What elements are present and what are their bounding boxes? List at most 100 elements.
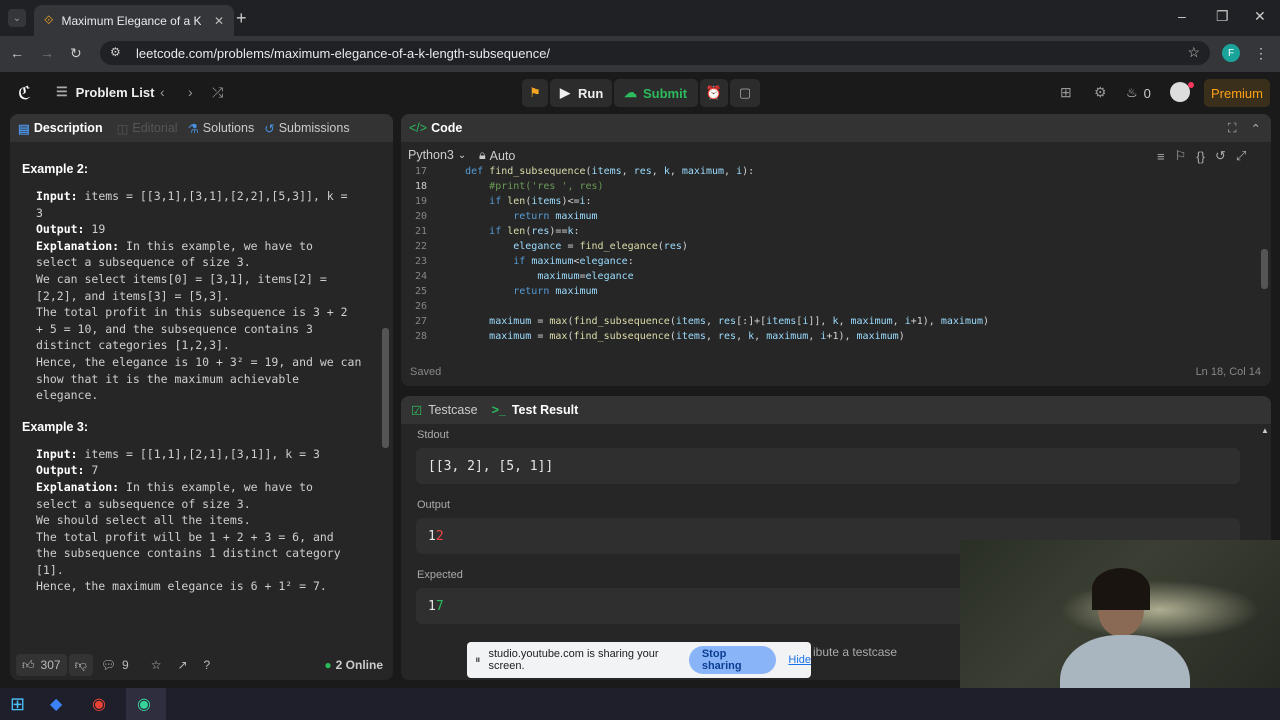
- explanation-line: select a subsequence of size 3.: [36, 496, 251, 511]
- notes-icon[interactable]: ▢: [730, 79, 760, 107]
- input-value: items = [[1,1],[2,1],[3,1]], k = 3: [77, 446, 320, 461]
- code-title: Code: [431, 121, 463, 135]
- url-input[interactable]: ⚙ leetcode.com/problems/maximum-elegance…: [100, 41, 1210, 65]
- tab-submissions[interactable]: ↺ Submissions: [264, 121, 349, 136]
- output-value-diff: 2: [435, 528, 444, 544]
- code-icon: </>: [409, 121, 428, 135]
- site-info-icon[interactable]: ⚙: [110, 45, 121, 59]
- like-button[interactable]: 👍︎ 307: [16, 654, 67, 676]
- output-value: 7: [84, 463, 99, 478]
- active-app[interactable]: ◉: [126, 688, 166, 720]
- profile-avatar[interactable]: F: [1222, 44, 1240, 62]
- notification-dot: [1188, 82, 1194, 88]
- cursor-position: Ln 18, Col 14: [1195, 366, 1261, 378]
- streak-counter[interactable]: ♨ 0: [1126, 85, 1151, 101]
- dislike-button[interactable]: 👎︎: [68, 654, 93, 676]
- windows-start-icon[interactable]: ⊞: [10, 694, 25, 715]
- submit-label: Submit: [643, 85, 688, 101]
- editor-toolbar: ≡ ⚐ {} ↺ ⤢: [1157, 148, 1246, 164]
- online-status: ● 2 Online: [324, 658, 383, 672]
- contribute-testcase-link[interactable]: ibute a testcase: [813, 645, 897, 659]
- bookmark-star-icon[interactable]: ☆: [1187, 44, 1200, 61]
- forward-icon[interactable]: →: [40, 45, 54, 61]
- timer-icon[interactable]: ⏰: [700, 79, 728, 107]
- app-icon[interactable]: ◆: [50, 694, 62, 714]
- expected-value-match: 1: [428, 598, 436, 614]
- user-avatar[interactable]: [1170, 82, 1190, 102]
- expected-value-diff: 7: [435, 598, 444, 614]
- submit-button[interactable]: ☁ Submit: [614, 79, 698, 107]
- example-3-title: Example 3:: [22, 419, 89, 434]
- description-content: Example 2: Input: items = [[3,1],[3,1],[…: [22, 148, 367, 643]
- tab-description[interactable]: ▤ Description: [18, 121, 103, 136]
- browser-tab[interactable]: ⟐ Maximum Elegance of a K-Leng ✕: [34, 5, 234, 36]
- format-icon[interactable]: ≡: [1157, 149, 1165, 164]
- close-window-icon[interactable]: ✕: [1254, 8, 1266, 25]
- debug-icon[interactable]: ⚑: [522, 79, 548, 107]
- input-label: Input:: [36, 189, 78, 203]
- minimize-icon[interactable]: –: [1178, 8, 1186, 24]
- code-line-23: 23 if maximum<elegance:: [414, 256, 634, 267]
- chrome-icon[interactable]: ◉: [92, 694, 106, 714]
- reload-icon[interactable]: ↻: [70, 45, 82, 62]
- tab-editorial[interactable]: ◫ Editorial: [117, 121, 178, 136]
- explanation-text: In this example, we have to: [119, 238, 313, 253]
- example-3-explanation-lines: select a subsequence of size 3. We should…: [36, 496, 367, 596]
- code-line-26: 26: [414, 301, 427, 312]
- braces-icon[interactable]: {}: [1196, 149, 1205, 164]
- output-label: Output: [417, 499, 451, 511]
- fairy-lights: [1060, 580, 1260, 640]
- next-problem-icon[interactable]: ›: [188, 84, 193, 100]
- run-button[interactable]: ▶ Run: [550, 79, 612, 107]
- example-2-output: Output: 19: [36, 221, 367, 238]
- premium-button[interactable]: Premium: [1204, 79, 1270, 107]
- leetcode-favicon-icon: ⟐: [44, 13, 54, 27]
- hide-button[interactable]: Hide: [788, 654, 811, 666]
- stop-sharing-button[interactable]: Stop sharing: [688, 646, 777, 674]
- expand-icon[interactable]: ⛶: [1228, 121, 1237, 136]
- scrollbar-thumb[interactable]: [382, 328, 389, 448]
- tab-solutions[interactable]: ⚗ Solutions: [188, 121, 255, 136]
- problem-list-link[interactable]: ☰ Problem List: [56, 84, 154, 100]
- chevron-down-icon: ⌄: [457, 149, 467, 161]
- back-icon[interactable]: ←: [10, 45, 24, 61]
- code-editor[interactable]: 17 def find_subsequence(items, res, k, m…: [401, 166, 1259, 348]
- auto-mode[interactable]: 🔒︎ Auto: [479, 148, 515, 163]
- collapse-icon[interactable]: ⌃: [1251, 121, 1261, 136]
- example-3-output: Output: 7: [36, 462, 367, 479]
- language-select[interactable]: Python3 ⌄: [408, 148, 466, 162]
- favorite-star-icon[interactable]: ☆: [151, 658, 162, 672]
- streak-count: 0: [1143, 85, 1151, 101]
- prev-problem-icon[interactable]: ‹: [160, 84, 165, 100]
- tab-solutions-label: Solutions: [202, 121, 255, 135]
- example-2-input: Input: items = [[3,1],[3,1],[2,2],[5,3]]…: [36, 188, 367, 205]
- maximize-icon[interactable]: ❐: [1216, 8, 1229, 25]
- tab-testcase[interactable]: ☑ Testcase: [411, 403, 478, 418]
- input-value-cont: 3: [36, 205, 43, 220]
- close-tab-icon[interactable]: ✕: [214, 14, 224, 28]
- reset-icon[interactable]: ↺: [1215, 148, 1226, 164]
- stdout-box: [[3, 2], [5, 1]]: [416, 448, 1240, 484]
- share-icon[interactable]: ↗: [177, 658, 187, 672]
- tab-search-icon[interactable]: ⌄: [8, 9, 26, 27]
- example-3-block: Input: items = [[1,1],[2,1],[3,1]], k = …: [22, 446, 367, 595]
- bookmark-icon[interactable]: ⚐: [1175, 148, 1187, 164]
- help-icon[interactable]: ?: [204, 658, 211, 672]
- shuffle-icon[interactable]: ⤮: [212, 84, 223, 101]
- explanation-text: In this example, we have to: [119, 479, 313, 494]
- settings-gear-icon[interactable]: ⚙: [1094, 84, 1107, 101]
- code-line-18: 18 #print('res ', res): [414, 181, 604, 192]
- editor-scrollbar-thumb[interactable]: [1261, 249, 1268, 289]
- tab-test-result[interactable]: >_ Test Result: [492, 403, 579, 417]
- leetcode-logo-icon[interactable]: ℭ: [18, 83, 31, 104]
- comments-button[interactable]: 💬︎ 9: [101, 658, 129, 672]
- browser-menu-icon[interactable]: ⋮: [1254, 45, 1268, 62]
- new-tab-icon[interactable]: +: [236, 8, 247, 29]
- layout-grid-icon[interactable]: ⊞: [1060, 84, 1072, 101]
- explanation-line: [1].: [36, 562, 64, 577]
- description-scrollbar[interactable]: [382, 148, 390, 648]
- explanation-line: distinct categories [1,2,3].: [36, 338, 230, 353]
- example-2-title: Example 2:: [22, 162, 89, 176]
- fullscreen-icon[interactable]: ⤢: [1236, 148, 1246, 164]
- scroll-up-icon[interactable]: ▲: [1261, 426, 1269, 435]
